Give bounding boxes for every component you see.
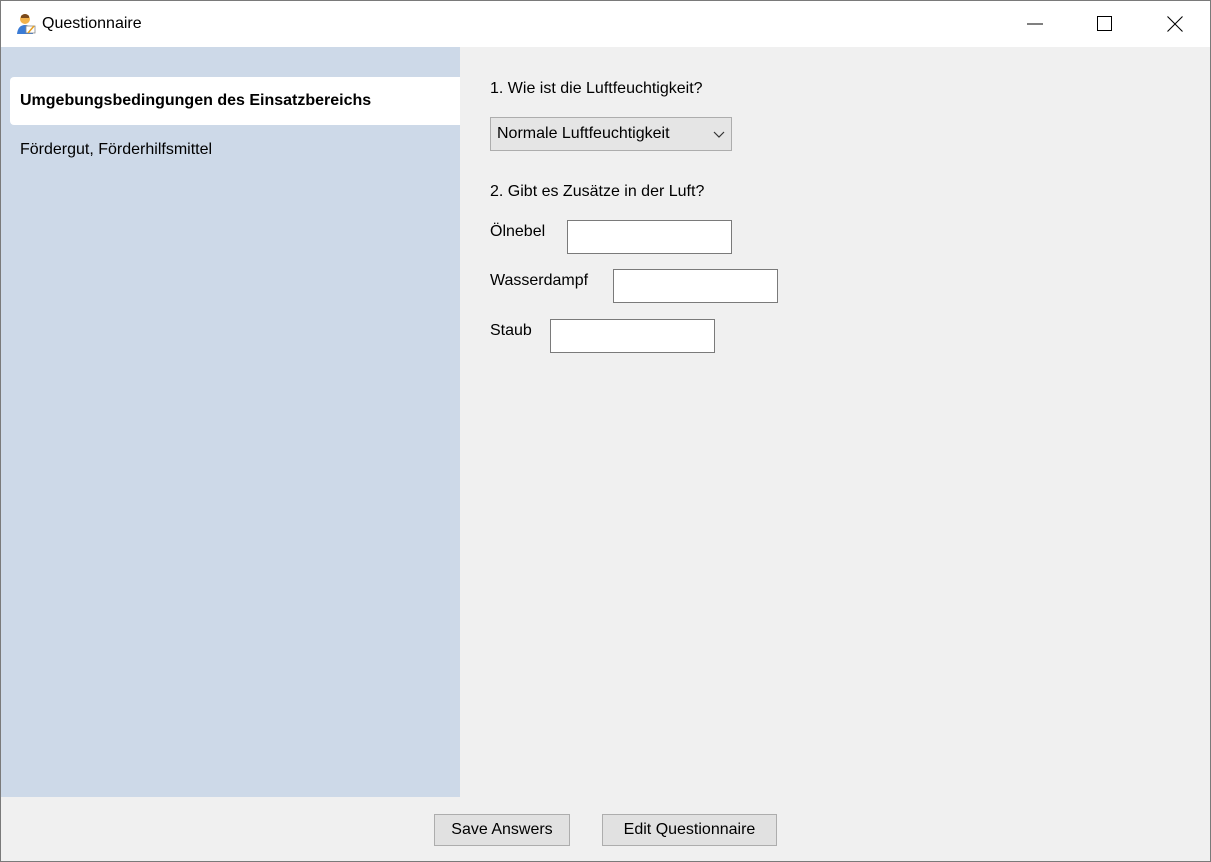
- wasserdampf-label: Wasserdampf: [490, 272, 589, 289]
- minimize-icon: [1027, 23, 1043, 25]
- sidebar-item-foerdergut[interactable]: Fördergut, Förderhilfsmittel: [10, 126, 460, 174]
- questionnaire-window: Questionnaire Umgebungsbedingungen des E…: [0, 0, 1211, 862]
- section-sidebar: Umgebungsbedingungen des Einsatzbereichs…: [1, 47, 460, 797]
- close-button[interactable]: [1140, 1, 1210, 47]
- close-icon: [1167, 16, 1183, 32]
- title-bar: Questionnaire: [1, 1, 1210, 47]
- window-title: Questionnaire: [42, 15, 142, 32]
- save-answers-button[interactable]: Save Answers: [434, 814, 570, 846]
- chevron-down-icon: [713, 131, 725, 138]
- edit-questionnaire-button[interactable]: Edit Questionnaire: [602, 814, 777, 846]
- sidebar-item-umgebungsbedingungen[interactable]: Umgebungsbedingungen des Einsatzbereichs: [10, 77, 460, 125]
- wasserdampf-input[interactable]: [613, 269, 778, 303]
- question-2-label: 2. Gibt es Zusätze in der Luft?: [490, 183, 705, 200]
- staub-label: Staub: [490, 322, 532, 339]
- oelnebel-label: Ölnebel: [490, 223, 546, 240]
- oelnebel-input[interactable]: [567, 220, 732, 254]
- user-writing-icon: [17, 14, 36, 34]
- humidity-select[interactable]: Normale Luftfeuchtigkeit: [490, 117, 732, 151]
- maximize-button[interactable]: [1070, 1, 1140, 47]
- minimize-button[interactable]: [1000, 1, 1070, 47]
- humidity-select-value: Normale Luftfeuchtigkeit: [497, 125, 670, 142]
- maximize-icon: [1097, 16, 1112, 31]
- staub-input[interactable]: [550, 319, 715, 353]
- question-1-label: 1. Wie ist die Luftfeuchtigkeit?: [490, 80, 703, 97]
